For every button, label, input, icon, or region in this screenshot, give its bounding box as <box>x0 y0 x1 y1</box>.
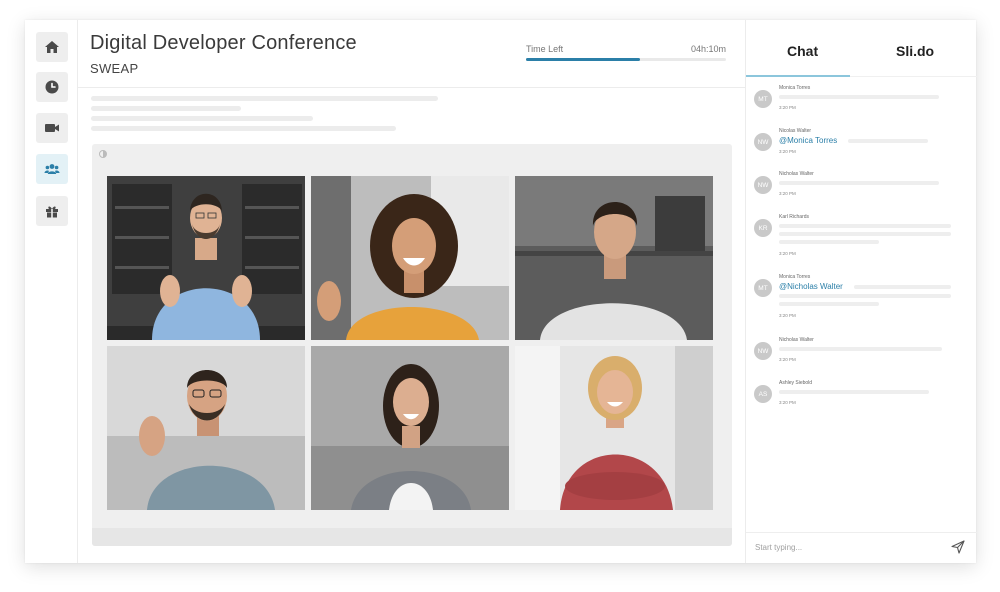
message-time: 3:20 PM <box>779 105 796 110</box>
time-left-value: 04h:10m <box>690 44 726 54</box>
message-sender: Nicholas Walter <box>779 171 814 177</box>
send-icon[interactable] <box>951 540 965 554</box>
message-placeholder-line <box>779 181 939 185</box>
tab-slido[interactable]: Sli.do <box>896 43 934 59</box>
video-tile[interactable] <box>107 176 305 340</box>
main-content: Digital Developer Conference SWEAP Time … <box>78 20 745 563</box>
participant-video <box>107 346 305 510</box>
description-placeholder-line <box>91 106 241 111</box>
participant-video <box>515 176 713 340</box>
message-placeholder-line <box>848 139 928 143</box>
message-placeholder-line <box>779 294 951 298</box>
clock-icon <box>45 80 59 94</box>
nav-people-button[interactable] <box>36 154 68 184</box>
avatar[interactable]: KR <box>754 219 772 237</box>
message-mention[interactable]: @Nicholas Walter <box>779 282 843 291</box>
message-placeholder-line <box>779 390 929 394</box>
message-time: 3:20 PM <box>779 357 796 362</box>
gift-icon <box>46 206 58 218</box>
chat-sidebar: Chat Sli.do MT Monica Torres 3:20 PM NW … <box>745 20 977 563</box>
nav-home-button[interactable] <box>36 32 68 62</box>
video-tile[interactable] <box>311 346 509 510</box>
participant-video <box>515 346 713 510</box>
avatar[interactable]: AS <box>754 385 772 403</box>
video-grid-panel <box>92 144 732 546</box>
message-time: 3:20 PM <box>779 191 796 196</box>
users-icon <box>44 164 60 174</box>
app-window: Digital Developer Conference SWEAP Time … <box>25 20 977 563</box>
description-placeholder-line <box>91 116 313 121</box>
message-sender: Ashley Siebold <box>779 380 813 386</box>
description-placeholder-line <box>91 126 396 131</box>
time-left-progress-track <box>526 58 726 61</box>
time-left-indicator: Time Left 04h:10m <box>526 44 726 61</box>
message-time: 3:20 PM <box>779 149 796 154</box>
active-tab-indicator <box>746 75 850 77</box>
page-title: Digital Developer Conference <box>90 32 357 54</box>
message-time: 3:20 PM <box>779 313 796 318</box>
nav-video-button[interactable] <box>36 113 68 143</box>
participant-video <box>107 176 305 340</box>
header-divider <box>78 87 745 88</box>
video-tile[interactable] <box>107 346 305 510</box>
left-nav-rail <box>25 20 78 563</box>
time-left-progress-fill <box>526 58 640 61</box>
message-time: 3:20 PM <box>779 251 796 256</box>
participant-video <box>311 176 509 340</box>
avatar[interactable]: MT <box>754 90 772 108</box>
video-camera-icon <box>45 124 59 132</box>
video-tile[interactable] <box>515 176 713 340</box>
avatar[interactable]: NW <box>754 176 772 194</box>
nav-schedule-button[interactable] <box>36 72 68 102</box>
message-placeholder-line <box>779 224 951 228</box>
input-divider <box>746 532 977 533</box>
video-tile[interactable] <box>515 346 713 510</box>
message-placeholder-line <box>779 302 879 306</box>
message-sender: Nicolas Walter <box>779 128 812 134</box>
message-time: 3:20 PM <box>779 400 796 405</box>
chat-message-input[interactable] <box>755 540 935 554</box>
avatar[interactable]: NW <box>754 133 772 151</box>
message-placeholder-line <box>779 347 942 351</box>
message-mention[interactable]: @Monica Torres <box>779 136 837 145</box>
message-sender: Karl Richards <box>779 214 810 220</box>
video-panel-footer <box>92 528 732 546</box>
message-placeholder-line <box>779 95 939 99</box>
message-placeholder-line <box>779 240 879 244</box>
nav-gifts-button[interactable] <box>36 196 68 226</box>
video-tile[interactable] <box>311 176 509 340</box>
message-placeholder-line <box>854 285 951 289</box>
message-sender: Nicholas Walter <box>779 337 814 343</box>
home-icon <box>45 41 59 53</box>
message-sender: Monica Torres <box>779 274 811 280</box>
avatar[interactable]: NW <box>754 342 772 360</box>
avatar[interactable]: MT <box>754 279 772 297</box>
description-placeholder-line <box>91 96 438 101</box>
tab-chat[interactable]: Chat <box>787 43 818 59</box>
message-sender: Monica Torres <box>779 85 811 91</box>
message-placeholder-line <box>779 232 951 236</box>
participant-video <box>311 346 509 510</box>
organizer-name: SWEAP <box>90 61 139 76</box>
panel-toggle-icon[interactable] <box>98 149 108 159</box>
time-left-label: Time Left <box>526 44 564 54</box>
